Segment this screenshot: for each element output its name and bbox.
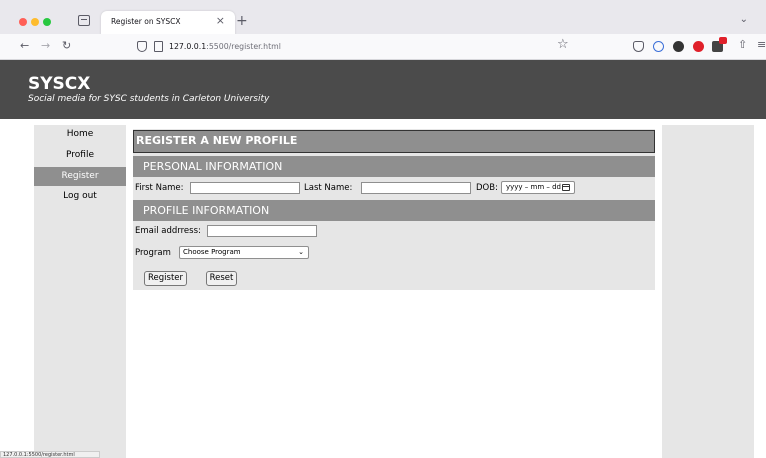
browser-tab[interactable]: Register on SYSCX ×	[101, 11, 235, 35]
bookmark-star-icon[interactable]: ☆	[557, 38, 569, 51]
right-sidebar	[662, 125, 754, 458]
form-heading: REGISTER A NEW PROFILE	[133, 130, 655, 153]
back-arrow-icon[interactable]: ←	[20, 40, 29, 51]
window-maximize-button[interactable]	[43, 18, 51, 26]
nav-item-profile[interactable]: Profile	[34, 146, 126, 165]
url-path: :5500/register.html	[206, 42, 281, 51]
chevron-down-icon: ⌄	[298, 248, 304, 256]
site-header: SYSCX Social media for SYSC students in …	[0, 60, 766, 119]
last-name-label: Last Name:	[304, 183, 353, 193]
email-label: Email addrress:	[135, 226, 201, 236]
url-host: 127.0.0.1	[169, 42, 207, 51]
dob-placeholder: yyyy – mm – dd	[506, 183, 561, 191]
register-form: REGISTER A NEW PROFILE PERSONAL INFORMAT…	[133, 129, 655, 290]
register-button[interactable]: Register	[144, 271, 187, 286]
reload-icon[interactable]: ↻	[62, 40, 71, 51]
pocket-icon[interactable]	[633, 41, 644, 52]
tab-close-icon[interactable]: ×	[216, 15, 225, 26]
calendar-icon[interactable]	[562, 184, 570, 191]
nav-item-log-out[interactable]: Log out	[34, 187, 126, 206]
extension-badge	[719, 37, 727, 44]
forward-arrow-icon[interactable]: →	[41, 40, 50, 51]
program-label: Program	[135, 248, 171, 258]
window-close-button[interactable]	[19, 18, 27, 26]
personal-info-heading: PERSONAL INFORMATION	[133, 156, 655, 177]
first-name-input[interactable]	[190, 182, 300, 194]
site-title: SYSCX	[28, 74, 91, 94]
adblock-icon[interactable]	[693, 41, 704, 52]
tab-title: Register on SYSCX	[111, 17, 181, 26]
browser-toolbar: ← → ↻ 127.0.0.1:5500/register.html ☆ ⇧ ≡	[0, 34, 766, 60]
dob-label: DOB:	[476, 183, 498, 193]
email-input[interactable]	[207, 225, 317, 237]
nav-item-register[interactable]: Register	[34, 167, 126, 186]
hamburger-menu-icon[interactable]: ≡	[757, 39, 766, 50]
tracking-shield-icon[interactable]	[137, 41, 147, 52]
program-selected-value: Choose Program	[183, 248, 241, 256]
share-icon[interactable]: ⇧	[738, 39, 747, 50]
window-minimize-button[interactable]	[31, 18, 39, 26]
profile-info-heading: PROFILE INFORMATION	[133, 200, 655, 221]
site-subtitle: Social media for SYSC students in Carlet…	[28, 94, 270, 104]
tab-list-chevron-icon[interactable]: ⌄	[740, 14, 748, 25]
browser-tab-bar: Register on SYSCX × + ⌄	[0, 0, 766, 35]
new-tab-button[interactable]: +	[236, 14, 248, 28]
address-bar[interactable]: 127.0.0.1:5500/register.html	[169, 42, 281, 51]
first-name-label: First Name:	[135, 183, 184, 193]
extension-clock-icon[interactable]	[653, 41, 664, 52]
dob-date-input[interactable]: yyyy – mm – dd	[501, 181, 575, 194]
reset-button[interactable]: Reset	[206, 271, 237, 286]
tab-overview-icon[interactable]	[78, 15, 90, 26]
status-bar-url: 127.0.0.1:5500/register.html	[0, 451, 100, 458]
page-info-icon[interactable]	[154, 41, 163, 52]
left-sidebar-nav: Home Profile Register Log out	[34, 125, 126, 458]
nav-item-home[interactable]: Home	[34, 125, 126, 144]
page-viewport: SYSCX Social media for SYSC students in …	[0, 60, 766, 458]
last-name-input[interactable]	[361, 182, 471, 194]
extension-dark-icon[interactable]	[673, 41, 684, 52]
program-select[interactable]: Choose Program ⌄	[179, 246, 309, 259]
